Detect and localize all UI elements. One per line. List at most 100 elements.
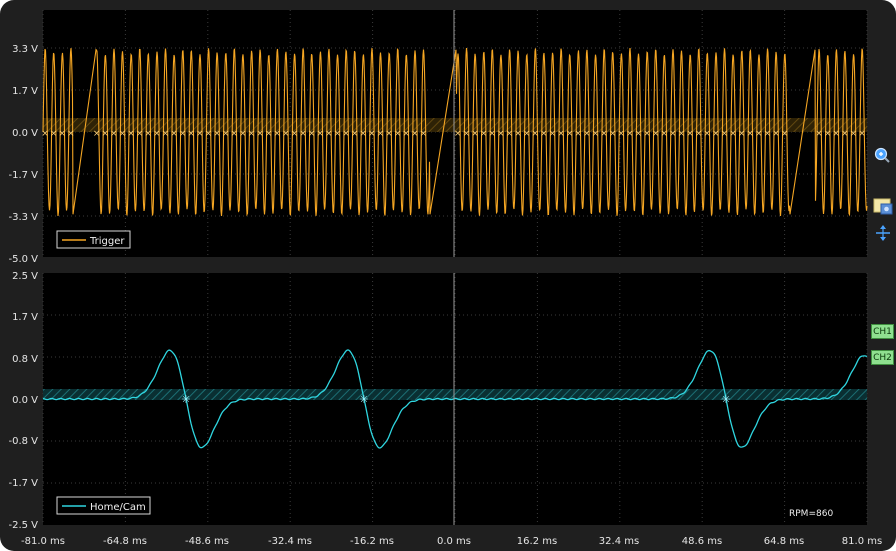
crossing-marker: × xyxy=(815,129,823,139)
crossing-marker: × xyxy=(480,129,488,139)
x-tick-label: 32.4 ms xyxy=(599,536,639,547)
oscilloscope-window: × × × × × × × × × × × × × × × × × × × × × × × × × × × × × × × × × × × × × × × ×… xyxy=(0,0,896,551)
crossing-marker: × xyxy=(308,129,316,139)
crossing-marker: × xyxy=(368,129,376,139)
crossing-marker: × xyxy=(282,129,290,139)
crossing-marker: × xyxy=(162,129,170,139)
crossing-marker: × xyxy=(574,129,582,139)
y-tick-label: 0.8 V xyxy=(12,354,38,365)
x-tick-label: 48.6 ms xyxy=(682,536,722,547)
crossing-marker: × xyxy=(841,129,849,139)
y-tick-label: -1.7 V xyxy=(8,478,38,489)
crossing-marker: × xyxy=(342,129,350,139)
crossing-marker: × xyxy=(58,129,66,139)
crossing-marker: × xyxy=(506,129,514,139)
crossing-marker: × xyxy=(265,129,273,139)
crossing-marker: × xyxy=(144,129,152,139)
crossing-marker: × xyxy=(549,129,557,139)
crossing-marker: × xyxy=(764,129,772,139)
crossing-marker: × xyxy=(566,129,574,139)
crossing-marker: × xyxy=(755,129,763,139)
crossing-marker: × xyxy=(334,129,342,139)
y-tick-label: 1.7 V xyxy=(12,86,38,97)
crossing-marker: × xyxy=(420,129,428,139)
crossing-marker: × xyxy=(411,129,419,139)
crossing-marker: × xyxy=(497,129,505,139)
crossing-marker: × xyxy=(256,129,264,139)
crossing-marker: × xyxy=(652,129,660,139)
crossing-marker: × xyxy=(153,129,161,139)
crossing-marker: × xyxy=(385,129,393,139)
cursor-split-icon[interactable] xyxy=(875,224,891,242)
crossing-marker: × xyxy=(213,129,221,139)
crossing-marker: × xyxy=(832,129,840,139)
crossing-marker: × xyxy=(351,129,359,139)
home-cam-legend-label: Home/Cam xyxy=(90,502,146,513)
crossing-marker: × xyxy=(205,129,213,139)
crossing-marker: × xyxy=(454,129,462,139)
y-tick-label: 0.0 V xyxy=(12,395,38,406)
crossing-marker: × xyxy=(230,129,238,139)
trigger-legend[interactable]: Trigger xyxy=(56,230,131,249)
crossing-marker: × xyxy=(609,129,617,139)
crossing-marker: × xyxy=(273,129,281,139)
crossing-marker: × xyxy=(738,129,746,139)
crossing-marker: × xyxy=(712,129,720,139)
x-tick-label: -48.6 ms xyxy=(185,536,229,547)
y-tick-label: 2.5 V xyxy=(12,271,38,282)
crossing-marker: × xyxy=(721,129,729,139)
crossing-marker: × xyxy=(781,129,789,139)
crossing-marker: × xyxy=(359,129,367,139)
crossing-marker: ✳ xyxy=(181,393,190,406)
crossing-marker: × xyxy=(600,129,608,139)
crossing-marker: × xyxy=(463,129,471,139)
crossing-marker: ✳ xyxy=(359,393,368,406)
crossing-marker: × xyxy=(669,129,677,139)
crossing-marker: × xyxy=(119,129,127,139)
x-tick-label: -81.0 ms xyxy=(21,536,65,547)
crossing-marker: × xyxy=(488,129,496,139)
x-tick-label: -64.8 ms xyxy=(103,536,147,547)
crossing-marker: × xyxy=(643,129,651,139)
crossing-marker: × xyxy=(695,129,703,139)
crossing-marker: × xyxy=(110,129,118,139)
scope-canvas: × × × × × × × × × × × × × × × × × × × × × × × × × × × × × × × × × × × × × × × ×… xyxy=(8,10,882,547)
x-tick-label: 16.2 ms xyxy=(517,536,557,547)
crossing-marker: × xyxy=(239,129,247,139)
crossing-marker: × xyxy=(746,129,754,139)
crossing-marker: × xyxy=(531,129,539,139)
ch2-badge[interactable]: CH2 xyxy=(871,350,894,365)
crossing-marker: × xyxy=(635,129,643,139)
top-y-axis-labels: 3.3 V 1.7 V 0.0 V -1.7 V -3.3 V -5.0 V xyxy=(8,44,38,265)
crossing-marker: × xyxy=(523,129,531,139)
crossing-marker: × xyxy=(41,129,49,139)
crossing-marker: × xyxy=(101,129,109,139)
x-axis-labels: -81.0 ms -64.8 ms -48.6 ms -32.4 ms -16.… xyxy=(21,536,882,547)
crossing-marker: × xyxy=(222,129,230,139)
crossing-marker: × xyxy=(316,129,324,139)
y-tick-label: -3.3 V xyxy=(8,212,38,223)
crossing-marker: × xyxy=(196,129,204,139)
home-cam-legend[interactable]: Home/Cam xyxy=(56,496,151,515)
crossing-marker: × xyxy=(67,129,75,139)
crossing-marker: ✳ xyxy=(721,393,730,406)
crossing-marker: × xyxy=(299,129,307,139)
crossing-marker: × xyxy=(50,129,58,139)
crossing-marker: × xyxy=(187,129,195,139)
zoom-icon[interactable] xyxy=(873,146,891,164)
crossing-marker: × xyxy=(660,129,668,139)
trigger-legend-label: Trigger xyxy=(89,236,125,247)
screenshot-icon[interactable] xyxy=(873,197,893,215)
crossing-marker: × xyxy=(325,129,333,139)
crossing-marker: × xyxy=(127,129,135,139)
crossing-marker: × xyxy=(583,129,591,139)
y-tick-label: 1.7 V xyxy=(12,312,38,323)
x-tick-label: 64.8 ms xyxy=(764,536,804,547)
y-tick-label: -2.5 V xyxy=(8,520,38,531)
bottom-y-axis-labels: 2.5 V 1.7 V 0.8 V 0.0 V -0.8 V -1.7 V -2… xyxy=(8,271,38,531)
crossing-marker: × xyxy=(824,129,832,139)
crossing-marker: × xyxy=(703,129,711,139)
y-tick-label: 3.3 V xyxy=(12,44,38,55)
x-tick-label: 81.0 ms xyxy=(842,536,882,547)
ch1-badge[interactable]: CH1 xyxy=(871,324,894,339)
